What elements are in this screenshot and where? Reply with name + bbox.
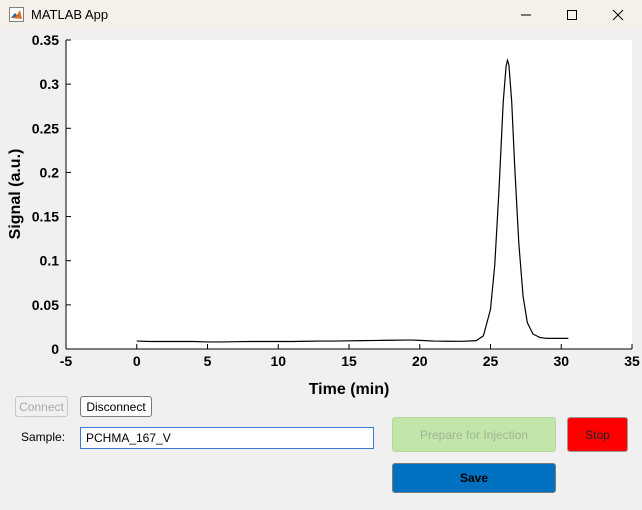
sample-label: Sample: <box>21 430 66 444</box>
matlab-logo-icon <box>9 7 24 22</box>
sample-input[interactable] <box>80 427 374 449</box>
x-tick-label: -5 <box>60 353 73 369</box>
x-axis-label: Time (min) <box>309 381 390 398</box>
x-tick-label: 35 <box>624 353 640 369</box>
x-tick-label: 5 <box>204 353 212 369</box>
save-button[interactable]: Save <box>392 463 556 493</box>
y-tick-label: 0.25 <box>32 120 59 136</box>
x-tick-label: 30 <box>553 353 569 369</box>
connect-button[interactable]: Connect <box>15 396 68 417</box>
plot-area <box>66 40 632 349</box>
title-bar[interactable]: MATLAB App <box>0 0 642 30</box>
y-tick-label: 0.1 <box>40 253 60 269</box>
x-tick-label: 25 <box>483 353 499 369</box>
maximize-button[interactable] <box>549 0 595 30</box>
y-tick-label: 0.3 <box>40 76 60 92</box>
y-axis-label: Signal (a.u.) <box>7 149 24 240</box>
window-title: MATLAB App <box>31 7 109 22</box>
prepare-for-injection-button[interactable]: Prepare for Injection <box>392 417 556 452</box>
y-tick-label: 0.35 <box>32 32 59 48</box>
maximize-icon <box>567 10 577 20</box>
y-axis-ticks: 0 0.05 0.1 0.15 0.2 0.25 0.3 0.35 <box>32 32 71 357</box>
y-tick-label: 0.15 <box>32 209 59 225</box>
minimize-icon <box>521 14 531 16</box>
minimize-button[interactable] <box>503 0 549 30</box>
close-icon <box>612 9 624 21</box>
close-button[interactable] <box>595 0 641 30</box>
x-tick-label: 0 <box>133 353 141 369</box>
y-tick-label: 0.2 <box>40 164 60 180</box>
signal-chart: -5 0 5 10 15 20 25 30 35 00.050.10.150.20.250.30… <box>7 32 640 398</box>
y-tick-label: 0 <box>51 341 59 357</box>
x-tick-label: 20 <box>412 353 428 369</box>
app-window: MATLAB App -5 0 5 10 15 20 25 30 35 0 0.05 0.1 0.15… <box>0 0 642 510</box>
stop-button[interactable]: Stop <box>567 417 628 452</box>
disconnect-button[interactable]: Disconnect <box>80 396 152 417</box>
x-tick-label: 10 <box>270 353 286 369</box>
y-tick-label: 0.05 <box>32 297 59 313</box>
x-tick-label: 15 <box>341 353 357 369</box>
